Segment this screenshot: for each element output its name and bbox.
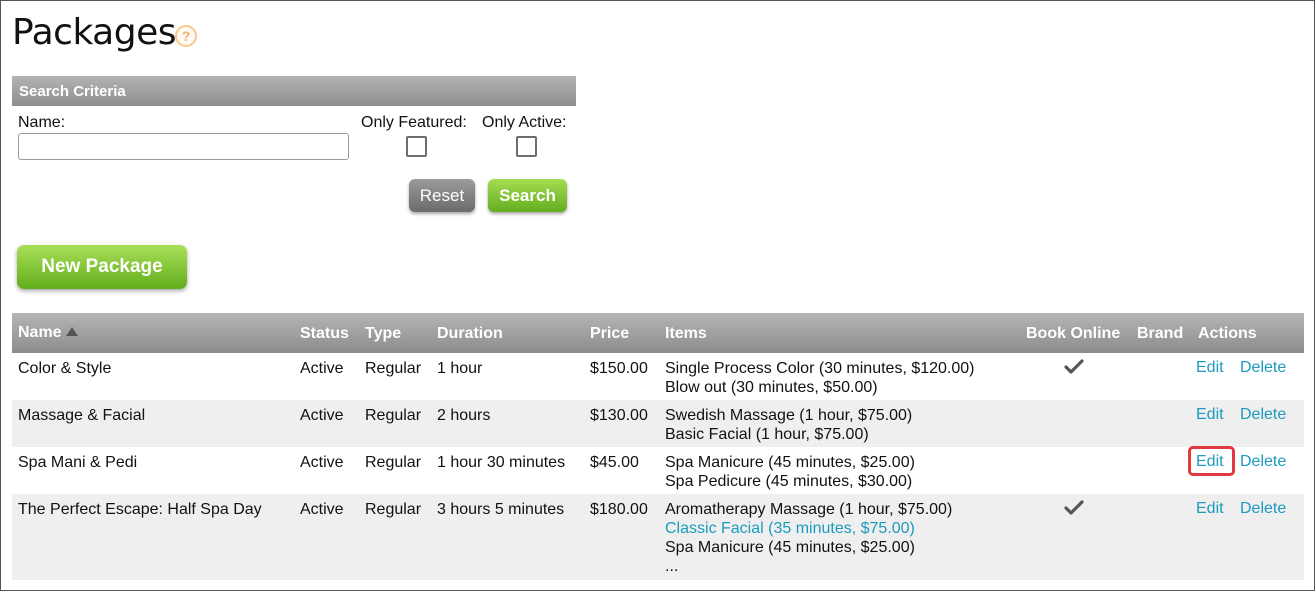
- package-status: Active: [300, 501, 344, 518]
- edit-link[interactable]: Edit: [1196, 359, 1224, 377]
- package-price: $45.00: [590, 454, 639, 471]
- new-package-button[interactable]: New Package: [17, 245, 187, 289]
- delete-link[interactable]: Delete: [1240, 453, 1286, 471]
- package-status: Active: [300, 407, 344, 424]
- table-row: The Perfect Escape: Half Spa Day Active …: [12, 494, 1304, 580]
- package-item: Spa Manicure (45 minutes, $25.00): [665, 454, 915, 471]
- page-title: Packages: [12, 12, 176, 53]
- package-item: Spa Manicure (45 minutes, $25.00): [665, 539, 915, 556]
- package-duration: 3 hours 5 minutes: [437, 501, 565, 518]
- checkmark-icon: [1064, 359, 1084, 374]
- column-header-items[interactable]: Items: [665, 325, 707, 343]
- name-label: Name:: [18, 114, 66, 131]
- only-active-label: Only Active:: [482, 114, 567, 131]
- package-name: Spa Mani & Pedi: [18, 454, 138, 471]
- package-duration: 2 hours: [437, 407, 491, 424]
- table-row: Spa Mani & Pedi Active Regular 1 hour 30…: [12, 446, 1304, 494]
- column-header-duration[interactable]: Duration: [437, 325, 503, 343]
- column-header-name[interactable]: Name: [18, 324, 78, 342]
- package-price: $150.00: [590, 360, 648, 377]
- package-name: The Perfect Escape: Half Spa Day: [18, 501, 262, 518]
- search-button[interactable]: Search: [488, 179, 567, 212]
- table-header: Name Status Type Duration Price Items Bo…: [12, 313, 1304, 353]
- package-item: Single Process Color (30 minutes, $120.0…: [665, 360, 975, 377]
- edit-link[interactable]: Edit: [1196, 453, 1224, 471]
- column-header-actions: Actions: [1198, 325, 1257, 342]
- package-item: Basic Facial (1 hour, $75.00): [665, 426, 869, 443]
- sort-ascending-icon: [65, 327, 78, 336]
- package-item-link[interactable]: Classic Facial (35 minutes, $75.00): [665, 519, 952, 538]
- search-criteria-header: Search Criteria: [12, 76, 576, 106]
- package-item: Swedish Massage (1 hour, $75.00): [665, 407, 913, 424]
- package-items-more: ...: [665, 558, 679, 575]
- name-search-input[interactable]: [18, 133, 349, 160]
- only-featured-label: Only Featured:: [361, 114, 467, 131]
- package-type: Regular: [365, 454, 422, 471]
- only-active-checkbox[interactable]: [516, 136, 537, 157]
- delete-link[interactable]: Delete: [1240, 406, 1286, 424]
- edit-link[interactable]: Edit: [1196, 406, 1224, 424]
- search-criteria-panel: Search Criteria Name: Only Featured: Onl…: [12, 76, 576, 226]
- column-header-type[interactable]: Type: [365, 325, 401, 343]
- package-item: Aromatherapy Massage (1 hour, $75.00): [665, 501, 953, 518]
- package-type: Regular: [365, 501, 422, 518]
- column-header-brand[interactable]: Brand: [1137, 325, 1183, 343]
- package-type: Regular: [365, 360, 422, 377]
- table-row: Massage & Facial Active Regular 2 hours …: [12, 400, 1304, 447]
- edit-link[interactable]: Edit: [1196, 500, 1224, 518]
- delete-link[interactable]: Delete: [1240, 500, 1286, 518]
- package-status: Active: [300, 360, 344, 377]
- package-name: Massage & Facial: [18, 407, 146, 424]
- column-header-price[interactable]: Price: [590, 325, 629, 343]
- package-items: Spa Manicure (45 minutes, $25.00) Spa Pe…: [665, 453, 915, 491]
- delete-link[interactable]: Delete: [1240, 359, 1286, 377]
- package-item: Spa Pedicure (45 minutes, $30.00): [665, 473, 913, 490]
- package-type: Regular: [365, 407, 422, 424]
- package-price: $180.00: [590, 501, 648, 518]
- column-header-book-online[interactable]: Book Online: [1026, 325, 1120, 343]
- package-items: Single Process Color (30 minutes, $120.0…: [665, 359, 975, 397]
- package-items: Aromatherapy Massage (1 hour, $75.00) Cl…: [665, 500, 952, 576]
- checkmark-icon: [1064, 500, 1084, 515]
- table-row: Color & Style Active Regular 1 hour $150…: [12, 353, 1304, 400]
- packages-table: Name Status Type Duration Price Items Bo…: [12, 313, 1304, 580]
- package-duration: 1 hour 30 minutes: [437, 454, 566, 471]
- column-header-status[interactable]: Status: [300, 325, 349, 343]
- package-status: Active: [300, 454, 344, 471]
- package-item: Blow out (30 minutes, $50.00): [665, 379, 878, 396]
- package-items: Swedish Massage (1 hour, $75.00) Basic F…: [665, 406, 912, 444]
- package-name: Color & Style: [18, 360, 112, 377]
- reset-button[interactable]: Reset: [409, 179, 475, 212]
- only-featured-checkbox[interactable]: [406, 136, 427, 157]
- package-duration: 1 hour: [437, 360, 483, 377]
- question-circle-icon[interactable]: ?: [175, 25, 197, 47]
- package-price: $130.00: [590, 407, 648, 424]
